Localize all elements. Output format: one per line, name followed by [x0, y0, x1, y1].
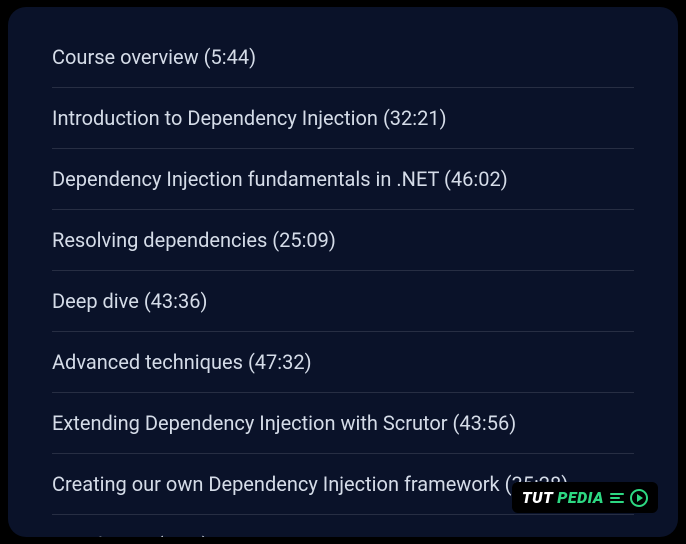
play-icon: [630, 489, 648, 507]
lesson-title: Creating our own Dependency Injection fr…: [52, 472, 568, 496]
lesson-title: Dependency Injection fundamentals in .NE…: [52, 167, 508, 191]
lesson-item[interactable]: Deep dive (43:36): [52, 271, 634, 332]
lesson-card: Course overview (5:44) Introduction to D…: [8, 7, 678, 537]
lesson-title: Deep dive (43:36): [52, 289, 207, 313]
lesson-title: Course overview (5:44): [52, 45, 256, 69]
lesson-title: Advanced techniques (47:32): [52, 350, 312, 374]
lesson-item[interactable]: Resolving dependencies (25:09): [52, 210, 634, 271]
lesson-title: Conclusion (0:32): [52, 533, 209, 537]
lesson-title: Resolving dependencies (25:09): [52, 228, 336, 252]
lesson-item[interactable]: Course overview (5:44): [52, 27, 634, 88]
badge-pedia-text: PEDIA: [557, 488, 604, 507]
tutpedia-badge: TUT PEDIA: [512, 482, 658, 513]
lesson-item[interactable]: Conclusion (0:32): [52, 515, 634, 537]
lesson-list: Course overview (5:44) Introduction to D…: [52, 27, 634, 537]
speed-lines-icon: [610, 493, 624, 503]
badge-tut-text: TUT: [522, 488, 553, 507]
lesson-title: Introduction to Dependency Injection (32…: [52, 106, 447, 130]
lesson-item[interactable]: Introduction to Dependency Injection (32…: [52, 88, 634, 149]
lesson-item[interactable]: Advanced techniques (47:32): [52, 332, 634, 393]
lesson-title: Extending Dependency Injection with Scru…: [52, 411, 516, 435]
lesson-item[interactable]: Extending Dependency Injection with Scru…: [52, 393, 634, 454]
lesson-item[interactable]: Dependency Injection fundamentals in .NE…: [52, 149, 634, 210]
